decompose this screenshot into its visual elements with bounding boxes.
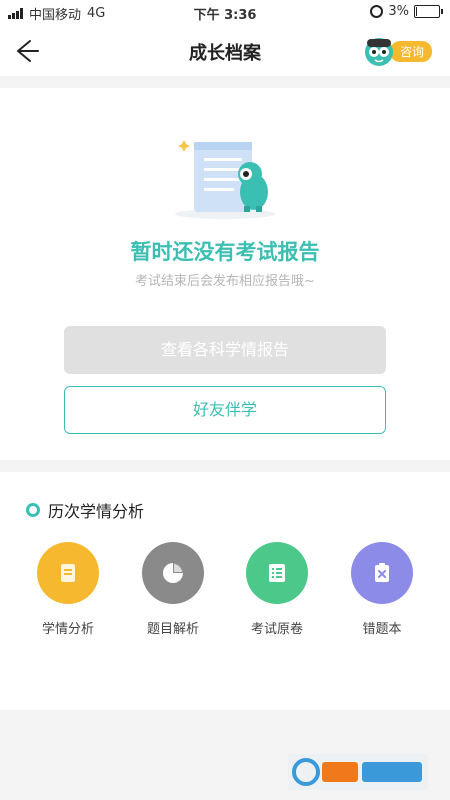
wrong-notebook-icon [351, 542, 413, 604]
consult-button[interactable]: 咨询 [362, 35, 432, 67]
empty-report-illustration [175, 140, 275, 219]
feature-wrong-notebook[interactable]: 错题本 [330, 542, 434, 637]
history-analysis-card: 历次学情分析 学情分析 题目解析 考试原卷 错题本 [0, 472, 450, 710]
document-icon [37, 542, 99, 604]
battery-fill [416, 7, 417, 16]
feature-label: 错题本 [362, 622, 402, 637]
battery-percent: 3% [388, 4, 409, 19]
pie-chart-icon [142, 542, 204, 604]
empty-state-subtitle: 考试结束后会发布相应报告哦~ [135, 274, 315, 289]
nav-bar: 成长档案 咨询 [0, 26, 450, 76]
alarm-icon [370, 5, 384, 18]
empty-state-title: 暂时还没有考试报告 [130, 240, 320, 264]
feature-label: 学情分析 [41, 622, 94, 637]
watermark-logo [288, 754, 428, 790]
feature-question-analysis[interactable]: 题目解析 [121, 542, 225, 637]
list-icon [246, 542, 308, 604]
consult-badge: 咨询 [389, 40, 432, 62]
view-subject-reports-button[interactable]: 查看各科学情报告 [64, 326, 386, 374]
section-title: 历次学情分析 [48, 502, 145, 521]
mascot-avatar-icon [364, 38, 393, 66]
empty-report-card: 暂时还没有考试报告 考试结束后会发布相应报告哦~ 查看各科学情报告 好友伴学 [0, 88, 450, 460]
status-right: 3% [370, 4, 443, 19]
feature-label: 题目解析 [146, 622, 199, 637]
section-header: 历次学情分析 [26, 498, 144, 522]
status-bar: 中国移动 4G 下午 3:36 3% [0, 0, 450, 26]
study-buddy-button[interactable]: 好友伴学 [64, 386, 386, 434]
section-dot-icon [26, 503, 40, 517]
feature-original-paper[interactable]: 考试原卷 [225, 542, 329, 637]
battery-icon [414, 5, 443, 18]
feature-label: 考试原卷 [250, 622, 303, 637]
feature-learning-analysis[interactable]: 学情分析 [16, 542, 120, 637]
